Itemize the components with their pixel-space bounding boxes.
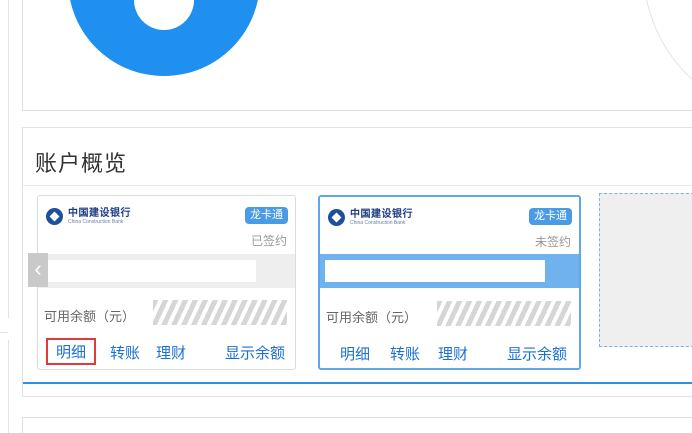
card-type-badge: 龙卡通: [245, 207, 288, 225]
divider: [23, 185, 692, 186]
add-card-placeholder[interactable]: [599, 193, 692, 347]
ccb-logo-icon: [328, 209, 345, 226]
bank-card-2[interactable]: 中国建设银行 China Construction Bank 龙卡通 未签约 可…: [318, 195, 581, 370]
finance-link[interactable]: 理财: [438, 343, 468, 364]
balance-hidden-mask: [437, 301, 571, 326]
sign-status: 未签约: [534, 235, 571, 249]
balance-label: 可用余额（元）: [326, 310, 418, 325]
section-title: 账户概览: [35, 151, 128, 176]
decorative-arc: [643, 0, 692, 110]
left-divider: [0, 332, 8, 333]
card-type-badge: 龙卡通: [529, 208, 572, 226]
card-number-band: [320, 254, 579, 288]
card-number-field: [325, 260, 545, 282]
card-actions: 明细 转账 理财 显示余额: [320, 339, 579, 365]
finance-link[interactable]: 理财: [156, 342, 186, 363]
accent-underline: [23, 382, 692, 384]
left-divider: [8, 0, 9, 318]
detail-link[interactable]: 明细: [340, 343, 370, 364]
chevron-left-icon[interactable]: ‹: [28, 253, 48, 287]
transfer-link[interactable]: 转账: [110, 342, 140, 363]
bank-name: 中国建设银行: [68, 207, 131, 219]
show-balance-link[interactable]: 显示余额: [225, 342, 285, 363]
bank-name-en: China Construction Bank: [350, 219, 406, 226]
card-number-field: [46, 260, 256, 282]
profile-panel: [22, 0, 692, 111]
transfer-link[interactable]: 转账: [390, 343, 420, 364]
bank-logo: 中国建设银行 China Construction Bank: [328, 209, 413, 226]
detail-link[interactable]: 明细: [46, 338, 97, 365]
sign-status: 已签约: [250, 234, 287, 248]
ccb-logo-icon: [46, 208, 63, 225]
left-divider: [8, 340, 9, 433]
balance-label: 可用余额（元）: [44, 309, 136, 324]
bank-name: 中国建设银行: [350, 208, 413, 220]
show-balance-link[interactable]: 显示余额: [507, 343, 567, 364]
bank-name-en: China Construction Bank: [68, 218, 124, 225]
next-section-panel: [22, 417, 692, 433]
bank-logo: 中国建设银行 China Construction Bank: [46, 208, 131, 225]
card-number-band: [38, 254, 295, 288]
avatar[interactable]: [68, 0, 260, 76]
bank-card-1[interactable]: 中国建设银行 China Construction Bank 龙卡通 已签约 ‹…: [28, 195, 296, 370]
balance-hidden-mask: [153, 300, 287, 325]
card-actions: 明细 转账 理财 显示余额: [38, 338, 295, 365]
avatar-center: [134, 0, 194, 30]
